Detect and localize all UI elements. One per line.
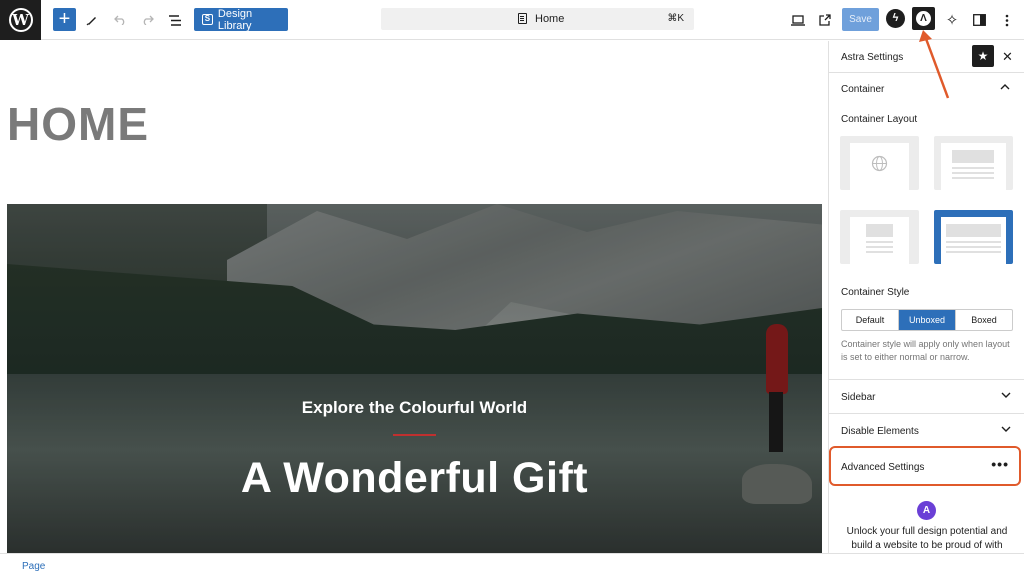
cover-heading[interactable]: A Wonderful Gift bbox=[7, 454, 822, 503]
sidebar-toggle-icon bbox=[972, 14, 986, 26]
container-layout-label: Container Layout bbox=[841, 114, 918, 125]
astra-settings-button[interactable]: Λ bbox=[912, 7, 935, 30]
container-style-label: Container Style bbox=[841, 287, 910, 298]
layout-option-normal[interactable] bbox=[934, 136, 1013, 190]
ellipsis-icon[interactable]: ••• bbox=[991, 456, 1009, 472]
astra-settings-sidebar: Astra Settings ★ ✕ Container Container L… bbox=[828, 41, 1024, 553]
spectra-button[interactable]: ϟ bbox=[886, 9, 905, 28]
layout-option-full-width[interactable] bbox=[934, 210, 1013, 264]
document-overview-icon bbox=[168, 14, 181, 26]
undo-button[interactable] bbox=[108, 8, 132, 32]
redo-button[interactable] bbox=[135, 8, 159, 32]
astra-icon: Λ bbox=[916, 11, 931, 26]
sidebar-title: Astra Settings bbox=[841, 52, 904, 63]
wordpress-logo-button[interactable]: W bbox=[0, 0, 41, 40]
chevron-down-icon bbox=[1001, 424, 1011, 435]
disable-elements-label: Disable Elements bbox=[841, 426, 919, 437]
sidebar-section-label: Sidebar bbox=[841, 392, 876, 403]
tools-button[interactable] bbox=[80, 8, 104, 32]
redo-icon bbox=[143, 15, 154, 25]
astra-promo-text: Unlock your full design potential and bu… bbox=[846, 526, 1008, 551]
spectra-icon: ϟ bbox=[892, 12, 899, 24]
globe-icon bbox=[871, 155, 888, 172]
container-style-boxed[interactable]: Boxed bbox=[956, 310, 1012, 330]
advanced-settings-panel-toggle[interactable]: Advanced Settings ••• bbox=[829, 446, 1021, 486]
layout-option-narrow[interactable] bbox=[840, 210, 919, 264]
chevron-up-icon bbox=[1000, 82, 1010, 93]
editor-canvas: HOME Explore the Colourful World A Wonde… bbox=[0, 41, 828, 553]
document-overview-button[interactable] bbox=[163, 8, 187, 32]
save-button[interactable]: Save bbox=[842, 8, 879, 31]
chevron-down-icon bbox=[1001, 390, 1011, 401]
pin-button[interactable]: ★ bbox=[972, 45, 994, 67]
cover-block[interactable]: Explore the Colourful World A Wonderful … bbox=[7, 204, 822, 553]
desktop-preview-icon bbox=[791, 14, 805, 26]
container-style-unboxed[interactable]: Unboxed bbox=[899, 310, 956, 330]
close-icon: ✕ bbox=[1002, 49, 1013, 64]
undo-icon bbox=[113, 15, 124, 25]
design-library-icon: S bbox=[202, 14, 213, 25]
command-bar-title: Home bbox=[535, 13, 565, 25]
astra-logo-icon: A bbox=[917, 501, 936, 520]
page-title[interactable]: HOME bbox=[7, 97, 149, 151]
design-library-button[interactable]: S Design Library bbox=[194, 7, 288, 32]
container-style-help: Container style will apply only when lay… bbox=[841, 339, 1010, 362]
container-section-label: Container bbox=[841, 84, 885, 95]
add-block-icon: + bbox=[58, 8, 71, 30]
close-sidebar-button[interactable]: ✕ bbox=[1002, 49, 1013, 65]
page-icon bbox=[518, 13, 527, 24]
breadcrumb-page[interactable]: Page bbox=[22, 561, 45, 572]
design-library-label: Design Library bbox=[217, 7, 253, 32]
container-style-default[interactable]: Default bbox=[842, 310, 899, 330]
more-options-icon bbox=[1005, 14, 1009, 26]
sidebar-panel-toggle[interactable]: Sidebar bbox=[829, 379, 1024, 413]
command-bar-shortcut: ⌘K bbox=[667, 13, 684, 24]
layout-option-default[interactable] bbox=[840, 136, 919, 190]
command-palette-bar[interactable]: Home ⌘K bbox=[381, 8, 694, 30]
star-icon: ★ bbox=[977, 49, 989, 63]
breadcrumb-bar: Page bbox=[0, 553, 1024, 578]
pen-tool-icon bbox=[86, 17, 96, 26]
settings-sidebar-toggle[interactable] bbox=[967, 8, 991, 32]
preview-button[interactable] bbox=[786, 8, 810, 32]
advanced-settings-label: Advanced Settings bbox=[841, 462, 925, 473]
options-menu-button[interactable] bbox=[995, 8, 1019, 32]
editor-toolbar: W + S Design Library Home ⌘K Save ϟ Λ ✧ bbox=[0, 0, 1024, 40]
disable-elements-panel-toggle[interactable]: Disable Elements bbox=[829, 413, 1024, 447]
cover-subtitle[interactable]: Explore the Colourful World bbox=[7, 398, 822, 418]
wordpress-logo-icon: W bbox=[8, 8, 33, 32]
annotation-arrow bbox=[919, 30, 950, 99]
container-style-segmented: Default Unboxed Boxed bbox=[841, 309, 1013, 331]
external-link-icon bbox=[819, 14, 831, 26]
view-page-button[interactable] bbox=[813, 8, 837, 32]
add-block-button[interactable]: + bbox=[53, 8, 76, 31]
cover-separator bbox=[393, 434, 436, 436]
sparkle-icon: ✧ bbox=[945, 12, 959, 29]
